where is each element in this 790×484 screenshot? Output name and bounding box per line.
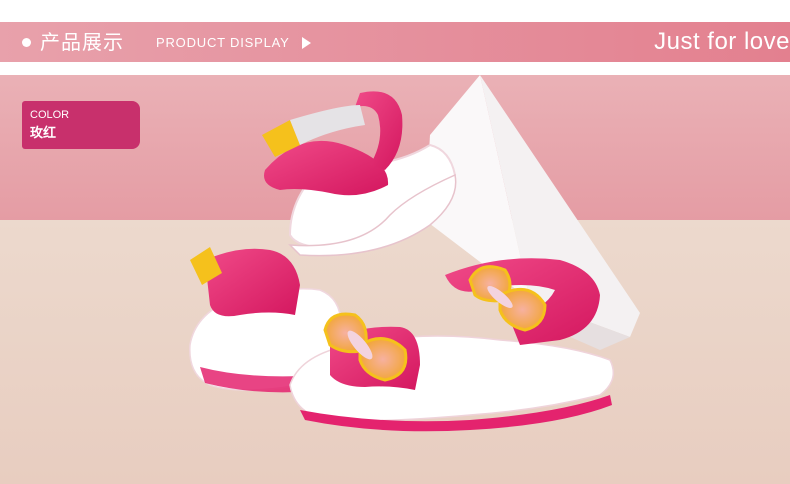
play-triangle-icon [302,37,311,49]
brand-slogan: Just for love [654,28,790,55]
color-label: COLOR [30,109,70,121]
section-header: 产品展示 PRODUCT DISPLAY Just for love [0,22,790,62]
color-value: 玫红 [30,126,57,141]
product-detail-page: 产品展示 PRODUCT DISPLAY Just for love COLOR… [0,0,790,484]
circle-bullet-icon [22,38,31,47]
color-tag: COLOR 玫红 [22,101,140,149]
section-title-cn: 产品展示 [40,30,124,54]
section-title-en: PRODUCT DISPLAY [156,35,290,50]
